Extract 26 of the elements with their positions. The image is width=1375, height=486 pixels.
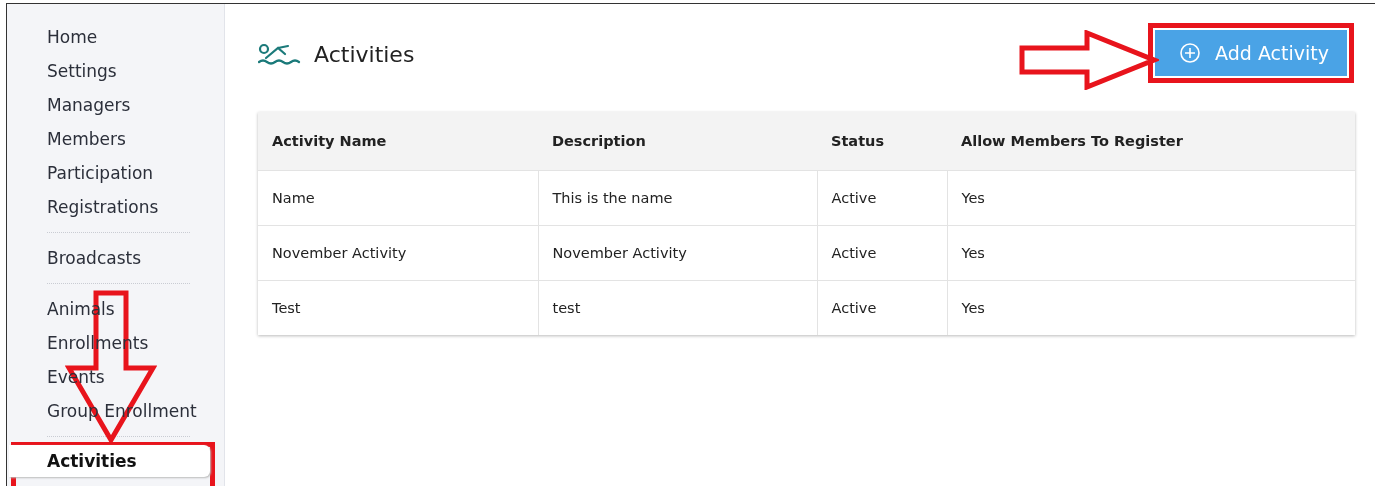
table-cell: Active (817, 170, 947, 226)
sidebar-item[interactable]: Home (7, 20, 224, 54)
column-header: Allow Members To Register (947, 112, 1355, 171)
table-cell: November Activity (538, 225, 817, 281)
sidebar-item[interactable]: Participation (7, 156, 224, 190)
sidebar-item[interactable]: Settings (7, 54, 224, 88)
sidebar-item[interactable]: Managers (7, 88, 224, 122)
sidebar-item[interactable]: Activities (9, 445, 210, 477)
table-cell: Yes (947, 225, 1355, 281)
column-header: Description (538, 112, 817, 171)
plus-circle-icon (1179, 42, 1202, 64)
table-cell: November Activity (258, 225, 538, 281)
table-cell: Active (817, 280, 947, 335)
table-cell: Name (258, 170, 538, 226)
table-cell: This is the name (538, 170, 817, 226)
sidebar-item[interactable]: Registrations (7, 190, 224, 224)
table-cell: test (538, 280, 817, 335)
table-cell: Test (258, 280, 538, 335)
sidebar-item[interactable]: Members (7, 122, 224, 156)
column-header: Status (817, 112, 947, 171)
column-header: Activity Name (258, 112, 538, 171)
table-cell: Yes (947, 280, 1355, 335)
page-title: Activities (314, 41, 415, 67)
table-cell: Yes (947, 170, 1355, 226)
table-cell: Active (817, 225, 947, 281)
sidebar-item[interactable]: Broadcasts (7, 241, 224, 275)
